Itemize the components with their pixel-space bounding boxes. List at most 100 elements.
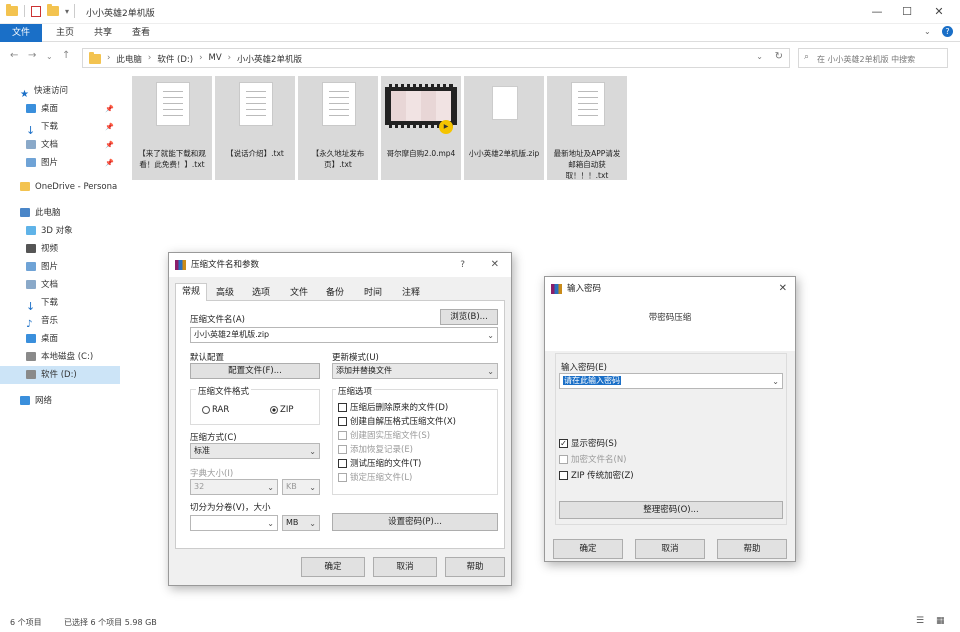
chevron-down-icon[interactable]: ⌄ bbox=[487, 329, 494, 343]
ok-button[interactable]: 确定 bbox=[553, 539, 623, 559]
new-folder-icon[interactable] bbox=[47, 4, 59, 16]
nav-item-drive-d[interactable]: 软件 (D:) bbox=[0, 366, 120, 384]
tab-home[interactable]: 主页 bbox=[48, 24, 82, 42]
split-unit-select[interactable]: MB ⌄ bbox=[282, 515, 320, 531]
profiles-button[interactable]: 配置文件(F)... bbox=[190, 363, 320, 379]
tab-comment[interactable]: 注释 bbox=[395, 285, 427, 298]
file-item[interactable]: 最新地址及APP请发邮箱自动获取！！！.txt bbox=[547, 76, 627, 180]
refresh-icon[interactable]: ↻ bbox=[775, 51, 783, 62]
split-size-input[interactable]: ⌄ bbox=[190, 515, 278, 531]
format-zip-radio[interactable]: ZIP bbox=[270, 405, 293, 415]
nav-item-desktop-pc[interactable]: 桌面 bbox=[0, 330, 120, 348]
archive-name-input[interactable]: 小小英雄2单机版.zip ⌄ bbox=[190, 327, 498, 343]
maximize-button[interactable]: ☐ bbox=[892, 3, 922, 21]
chevron-down-icon[interactable]: ⌄ bbox=[487, 365, 494, 379]
checkbox[interactable] bbox=[338, 417, 347, 426]
file-item[interactable]: 【来了就能下载和观看！此免费！】.txt bbox=[132, 76, 212, 180]
crumb-current[interactable]: 小小英雄2单机版 bbox=[237, 53, 302, 65]
help-button[interactable]: 帮助 bbox=[717, 539, 787, 559]
nav-item-3d[interactable]: 3D 对象 bbox=[0, 222, 120, 240]
tab-time[interactable]: 时间 bbox=[357, 285, 389, 298]
nav-quick-access[interactable]: ★ 快速访问 bbox=[0, 82, 120, 100]
search-input[interactable]: ⌕ 在 小小英雄2单机版 中搜索 bbox=[798, 48, 948, 68]
forward-icon[interactable]: → bbox=[28, 50, 36, 61]
nav-item-downloads-pc[interactable]: ↓ 下载 bbox=[0, 294, 120, 312]
crumb-this-pc[interactable]: 此电脑 bbox=[116, 53, 142, 65]
chevron-down-icon[interactable]: ▾ bbox=[65, 7, 69, 16]
method-select[interactable]: 标准 ⌄ bbox=[190, 443, 320, 459]
checkbox[interactable] bbox=[338, 403, 347, 412]
tab-advanced[interactable]: 高级 bbox=[209, 285, 241, 298]
close-button[interactable]: ✕ bbox=[924, 3, 954, 21]
tab-view[interactable]: 查看 bbox=[124, 24, 158, 42]
close-button[interactable]: ✕ bbox=[779, 277, 787, 301]
update-mode-select[interactable]: 添加并替换文件 ⌄ bbox=[332, 363, 498, 379]
crumb-mv[interactable]: MV bbox=[208, 53, 221, 65]
close-button[interactable]: ✕ bbox=[491, 253, 499, 277]
nav-onedrive[interactable]: OneDrive - Persona bbox=[0, 178, 120, 196]
help-icon[interactable]: ? bbox=[460, 253, 465, 277]
tab-options[interactable]: 选项 bbox=[245, 285, 277, 298]
file-item[interactable]: 【永久地址发布页】.txt bbox=[298, 76, 378, 180]
nav-item-pictures[interactable]: 图片 📌 bbox=[0, 154, 120, 172]
expand-ribbon-icon[interactable]: ⌄ bbox=[924, 27, 931, 36]
file-item[interactable]: ▶ 哥尔摩自购2.0.mp4 bbox=[381, 76, 461, 180]
up-icon[interactable]: ↑ bbox=[62, 50, 70, 61]
option-test[interactable]: 测试压缩的文件(T) bbox=[338, 457, 421, 469]
help-icon[interactable]: ? bbox=[942, 26, 953, 37]
nav-label: 视频 bbox=[41, 244, 59, 254]
show-password-checkbox[interactable]: ✓ 显示密码(S) bbox=[559, 437, 617, 449]
password-input[interactable]: 请在此输入密码 ⌄ bbox=[559, 373, 783, 389]
dialog-title-bar: 输入密码 ✕ bbox=[545, 277, 795, 301]
pin-icon[interactable]: 📌 bbox=[105, 154, 114, 172]
file-item[interactable]: 小小英雄2单机版.zip bbox=[464, 76, 544, 180]
nav-item-music[interactable]: ♪ 音乐 bbox=[0, 312, 120, 330]
nav-item-pictures-pc[interactable]: 图片 bbox=[0, 258, 120, 276]
tab-share[interactable]: 共享 bbox=[86, 24, 120, 42]
ok-button[interactable]: 确定 bbox=[301, 557, 365, 577]
cancel-button[interactable]: 取消 bbox=[373, 557, 437, 577]
format-rar-radio[interactable]: RAR bbox=[202, 405, 229, 415]
tab-files[interactable]: 文件 bbox=[283, 285, 315, 298]
nav-item-downloads[interactable]: ↓ 下载 📌 bbox=[0, 118, 120, 136]
nav-item-documents-pc[interactable]: 文档 bbox=[0, 276, 120, 294]
details-view-icon[interactable]: ☰ bbox=[916, 616, 924, 626]
option-delete-after[interactable]: 压缩后删除原来的文件(D) bbox=[338, 401, 448, 413]
cancel-button[interactable]: 取消 bbox=[635, 539, 705, 559]
chevron-down-icon[interactable]: ⌄ bbox=[772, 375, 779, 389]
tab-backup[interactable]: 备份 bbox=[319, 285, 351, 298]
chevron-down-icon[interactable]: ⌄ bbox=[309, 445, 316, 459]
help-button[interactable]: 帮助 bbox=[445, 557, 505, 577]
nav-item-documents[interactable]: 文档 📌 bbox=[0, 136, 120, 154]
browse-button[interactable]: 浏览(B)... bbox=[440, 309, 498, 325]
nav-this-pc[interactable]: 此电脑 bbox=[0, 204, 120, 222]
large-icons-view-icon[interactable]: ▦ bbox=[936, 616, 945, 626]
minimize-button[interactable]: — bbox=[862, 3, 892, 21]
crumb-drive-d[interactable]: 软件 (D:) bbox=[157, 53, 193, 65]
pin-icon[interactable]: 📌 bbox=[105, 100, 114, 118]
recent-locations-icon[interactable]: ⌄ bbox=[46, 52, 53, 61]
tab-file[interactable]: 文件 bbox=[0, 24, 42, 42]
pin-icon[interactable]: 📌 bbox=[105, 118, 114, 136]
set-password-button[interactable]: 设置密码(P)... bbox=[332, 513, 498, 531]
chevron-down-icon[interactable]: ⌄ bbox=[756, 52, 763, 61]
chevron-down-icon[interactable]: ⌄ bbox=[267, 517, 274, 531]
properties-icon[interactable] bbox=[31, 5, 41, 17]
zip-legacy-checkbox[interactable]: ZIP 传统加密(Z) bbox=[559, 469, 634, 481]
address-bar[interactable]: › 此电脑 › 软件 (D:) › MV › 小小英雄2单机版 ⌄ ↻ bbox=[82, 48, 790, 68]
back-icon[interactable]: ← bbox=[10, 50, 18, 61]
pin-icon[interactable]: 📌 bbox=[105, 136, 114, 154]
file-item[interactable]: 【说话介绍】.txt bbox=[215, 76, 295, 180]
nav-network[interactable]: 网络 bbox=[0, 392, 120, 410]
option-sfx[interactable]: 创建自解压格式压缩文件(X) bbox=[338, 415, 456, 427]
nav-item-drive-c[interactable]: 本地磁盘 (C:) bbox=[0, 348, 120, 366]
organize-passwords-button[interactable]: 整理密码(O)... bbox=[559, 501, 783, 519]
tab-general[interactable]: 常规 bbox=[175, 283, 207, 301]
checkbox[interactable] bbox=[338, 459, 347, 468]
chevron-down-icon[interactable]: ⌄ bbox=[309, 517, 316, 531]
checkbox[interactable] bbox=[559, 471, 568, 480]
nav-item-desktop[interactable]: 桌面 📌 bbox=[0, 100, 120, 118]
checkbox[interactable]: ✓ bbox=[559, 439, 568, 448]
nav-item-videos[interactable]: 视频 bbox=[0, 240, 120, 258]
pictures-icon bbox=[26, 158, 36, 167]
